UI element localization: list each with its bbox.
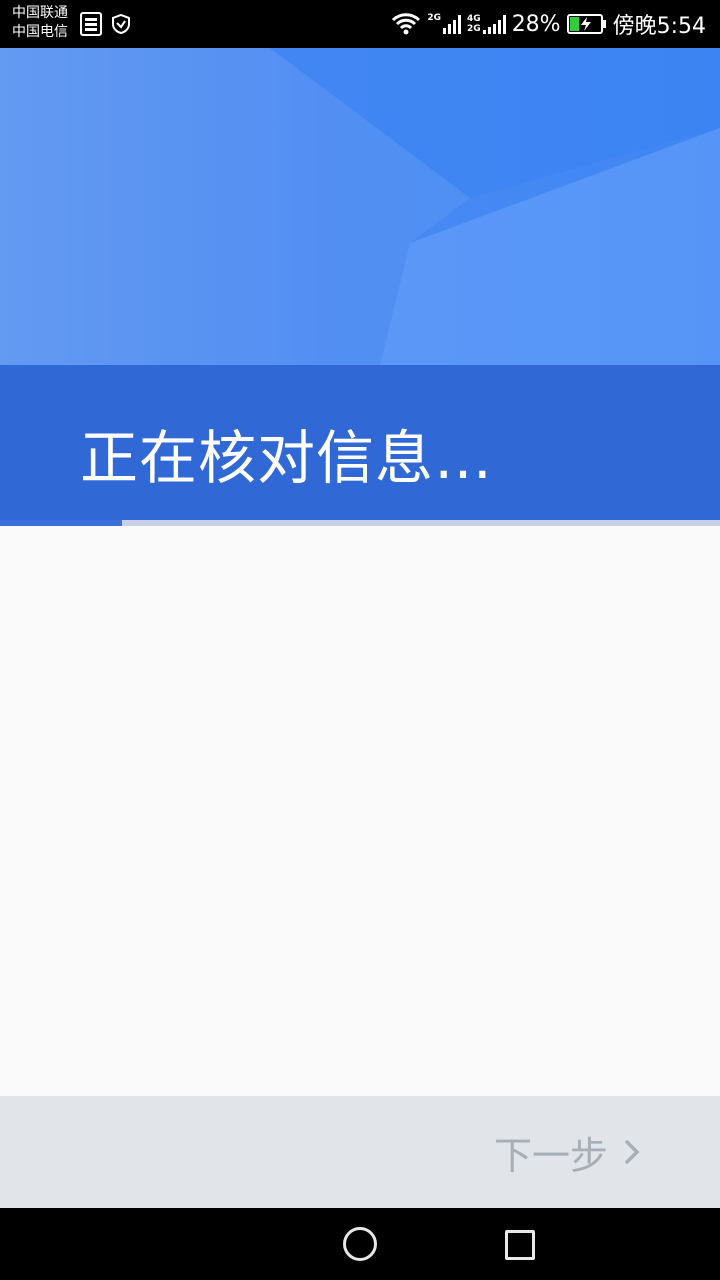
title-band: 正在核对信息… (0, 365, 720, 520)
battery-percent: 28% (511, 11, 561, 37)
screen: 中国联通 中国电信 2G 4G 2G 28% 傍晚5:54 正在核对信息… 下一… (0, 0, 720, 1280)
signal-1: 2G (427, 13, 462, 34)
carrier-2-label: 中国电信 (12, 24, 68, 40)
signal-icon (443, 14, 462, 34)
content-area (0, 526, 720, 1096)
navigation-bar (0, 1208, 720, 1280)
signal-2: 4G 2G (467, 14, 506, 34)
chevron-right-icon (625, 1140, 640, 1164)
network-1-label: 2G (427, 13, 442, 23)
home-circle-icon[interactable] (343, 1227, 377, 1261)
footer-bar: 下一步 (0, 1096, 720, 1208)
network-2-bottom-label: 2G (467, 24, 481, 34)
header-banner: 正在核对信息… (0, 48, 720, 520)
next-step-button[interactable]: 下一步 (494, 1128, 640, 1178)
shield-icon (112, 13, 130, 35)
status-left-icons (80, 12, 132, 36)
carrier-1-label: 中国联通 (12, 5, 68, 21)
status-bar: 中国联通 中国电信 2G 4G 2G 28% 傍晚5:54 (0, 0, 720, 48)
clock: 傍晚5:54 (612, 14, 706, 39)
network-2-top-label: 4G (467, 14, 481, 24)
header-decoration (0, 48, 720, 365)
status-right-icons: 2G 4G 2G 28% 傍晚5:54 (391, 0, 706, 48)
sim-card-icon (80, 12, 102, 36)
battery-charging-icon (566, 14, 606, 34)
wifi-icon (392, 13, 421, 35)
carrier-info: 中国联通 中国电信 (12, 4, 68, 42)
next-step-label: 下一步 (493, 1133, 608, 1178)
page-title: 正在核对信息… (80, 424, 494, 492)
signal-2-icon (482, 14, 506, 34)
recent-apps-icon[interactable] (505, 1230, 535, 1260)
